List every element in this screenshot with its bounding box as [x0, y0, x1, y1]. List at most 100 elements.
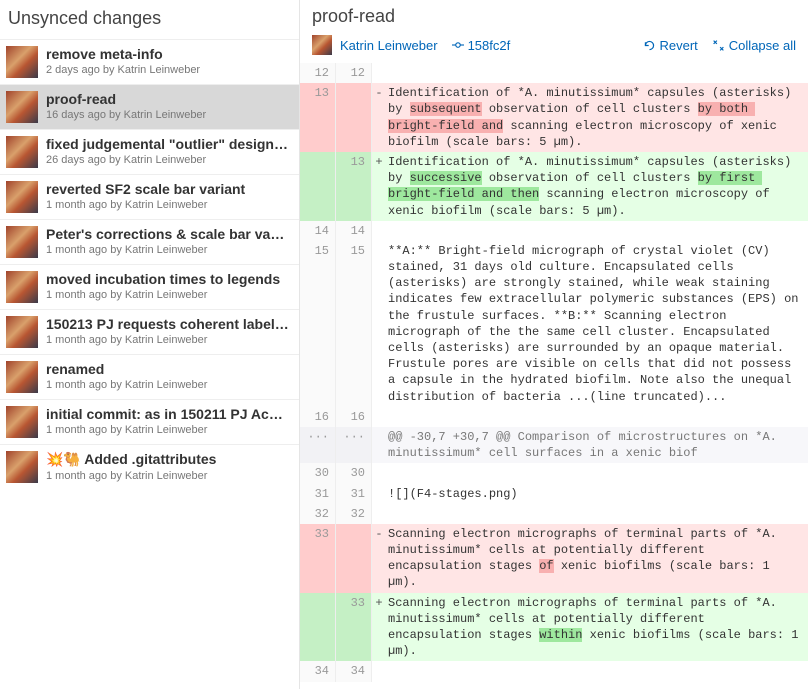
line-number-old: 14: [300, 221, 336, 241]
diff-content: **A:** Bright-field micrograph of crysta…: [386, 241, 808, 407]
word-deletion: subsequent: [410, 102, 482, 116]
line-number-new: 33: [336, 593, 372, 662]
diff-body[interactable]: 121213-Identification of *A. minutissimu…: [300, 63, 808, 689]
line-number-new: [336, 524, 372, 593]
unsynced-changes-panel: Unsynced changes remove meta-info2 days …: [0, 0, 300, 689]
line-number-new: 31: [336, 484, 372, 504]
avatar: [6, 316, 38, 348]
line-number-new: 30: [336, 463, 372, 483]
commit-title: moved incubation times to legends: [46, 271, 289, 287]
diff-actions: Revert Collapse all: [643, 38, 797, 53]
line-number-new: 16: [336, 407, 372, 427]
line-number-old: 31: [300, 484, 336, 504]
diff-header: proof-read: [300, 0, 808, 31]
commit-item[interactable]: remove meta-info2 days ago by Katrin Lei…: [0, 39, 299, 84]
avatar: [6, 91, 38, 123]
commit-item[interactable]: proof-read16 days ago by Katrin Leinwebe…: [0, 84, 299, 129]
diff-marker: [372, 407, 386, 427]
diff-row-ctx: 3232: [300, 504, 808, 524]
diff-row-add: 33+Scanning electron micrographs of term…: [300, 593, 808, 662]
commit-meta: 1 month ago by Katrin Leinweber: [46, 379, 289, 391]
diff-content: [386, 221, 808, 241]
diff-marker: +: [372, 152, 386, 221]
diff-content: [386, 661, 808, 681]
word-deletion: of: [539, 559, 553, 573]
line-number-new: 12: [336, 63, 372, 83]
collapse-all-button[interactable]: Collapse all: [712, 38, 796, 53]
diff-row-ctx: 1414: [300, 221, 808, 241]
avatar: [6, 271, 38, 303]
diff-marker: [372, 504, 386, 524]
word-addition: successive: [410, 171, 482, 185]
commit-text: remove meta-info2 days ago by Katrin Lei…: [46, 46, 289, 76]
line-number-old: 34: [300, 661, 336, 681]
avatar: [6, 181, 38, 213]
line-number-new: 13: [336, 152, 372, 221]
diff-panel: proof-read Katrin Leinweber 158fc2f Reve…: [300, 0, 808, 689]
diff-row-ctx: 1212: [300, 63, 808, 83]
line-number-new: 15: [336, 241, 372, 407]
diff-title: proof-read: [312, 6, 796, 27]
diff-row-del: 33-Scanning electron micrographs of term…: [300, 524, 808, 593]
commit-item[interactable]: 150213 PJ requests coherent label siz… 1 …: [0, 309, 299, 354]
diff-row-ctx: 1616: [300, 407, 808, 427]
line-number-old: 33: [300, 524, 336, 593]
diff-marker: [372, 484, 386, 504]
diff-subheader: Katrin Leinweber 158fc2f Revert Collapse…: [300, 31, 808, 63]
commit-text: initial commit: as in 150211 PJ AchMi…1 …: [46, 406, 289, 436]
commit-title: remove meta-info: [46, 46, 289, 62]
revert-label: Revert: [660, 38, 698, 53]
diff-marker: [372, 463, 386, 483]
diff-content: [386, 463, 808, 483]
commit-meta: 1 month ago by Katrin Leinweber: [46, 470, 289, 482]
diff-row-ctx: 3030: [300, 463, 808, 483]
commit-meta: 1 month ago by Katrin Leinweber: [46, 334, 289, 346]
line-number-new: 34: [336, 661, 372, 681]
commit-text: 150213 PJ requests coherent label siz… 1 …: [46, 316, 289, 346]
commit-sha-link[interactable]: 158fc2f: [452, 38, 511, 53]
avatar: [6, 451, 38, 483]
line-number-old: [300, 593, 336, 662]
diff-marker: [372, 221, 386, 241]
commit-text: moved incubation times to legends1 month…: [46, 271, 289, 301]
diff-marker: [372, 427, 386, 463]
commit-meta: 1 month ago by Katrin Leinweber: [46, 199, 289, 211]
commit-meta: 1 month ago by Katrin Leinweber: [46, 424, 289, 436]
diff-marker: -: [372, 524, 386, 593]
diff-marker: [372, 661, 386, 681]
line-number-new: [336, 83, 372, 152]
revert-icon: [643, 39, 656, 52]
commit-title: 150213 PJ requests coherent label siz…: [46, 316, 289, 332]
diff-content: Identification of *A. minutissimum* caps…: [386, 83, 808, 152]
commit-item[interactable]: moved incubation times to legends1 month…: [0, 264, 299, 309]
commit-meta: 16 days ago by Katrin Leinweber: [46, 109, 289, 121]
commit-item[interactable]: initial commit: as in 150211 PJ AchMi…1 …: [0, 399, 299, 444]
diff-author-wrap: Katrin Leinweber 158fc2f: [312, 35, 510, 55]
diff-content: @@ -30,7 +30,7 @@ Comparison of microstr…: [386, 427, 808, 463]
commit-item[interactable]: 💥🐫 Added .gitattributes1 month ago by Ka…: [0, 444, 299, 489]
avatar: [6, 136, 38, 168]
commit-text: 💥🐫 Added .gitattributes1 month ago by Ka…: [46, 451, 289, 482]
author-name-link[interactable]: Katrin Leinweber: [340, 38, 438, 53]
diff-row-hunk: ······@@ -30,7 +30,7 @@ Comparison of mi…: [300, 427, 808, 463]
avatar: [6, 226, 38, 258]
line-number-old: ···: [300, 427, 336, 463]
commit-meta: 1 month ago by Katrin Leinweber: [46, 244, 289, 256]
git-commit-icon: [452, 39, 464, 51]
commit-item[interactable]: renamed 1 month ago by Katrin Leinweber: [0, 354, 299, 399]
revert-button[interactable]: Revert: [643, 38, 698, 53]
commit-title: renamed: [46, 361, 289, 377]
diff-row-ctx: 3131![](F4-stages.png): [300, 484, 808, 504]
commit-title: fixed judgemental "outlier" designati…: [46, 136, 289, 152]
diff-row-del: 13-Identification of *A. minutissimum* c…: [300, 83, 808, 152]
commit-item[interactable]: reverted SF2 scale bar variant1 month ag…: [0, 174, 299, 219]
commit-meta: 26 days ago by Katrin Leinweber: [46, 154, 289, 166]
commit-text: Peter's corrections & scale bar varian…1…: [46, 226, 289, 256]
commit-list: remove meta-info2 days ago by Katrin Lei…: [0, 39, 299, 689]
line-number-old: 12: [300, 63, 336, 83]
commit-item[interactable]: fixed judgemental "outlier" designati… 26…: [0, 129, 299, 174]
commit-text: reverted SF2 scale bar variant1 month ag…: [46, 181, 289, 211]
commit-item[interactable]: Peter's corrections & scale bar varian…1…: [0, 219, 299, 264]
collapse-icon: [712, 39, 725, 52]
commit-sha-text: 158fc2f: [468, 38, 511, 53]
